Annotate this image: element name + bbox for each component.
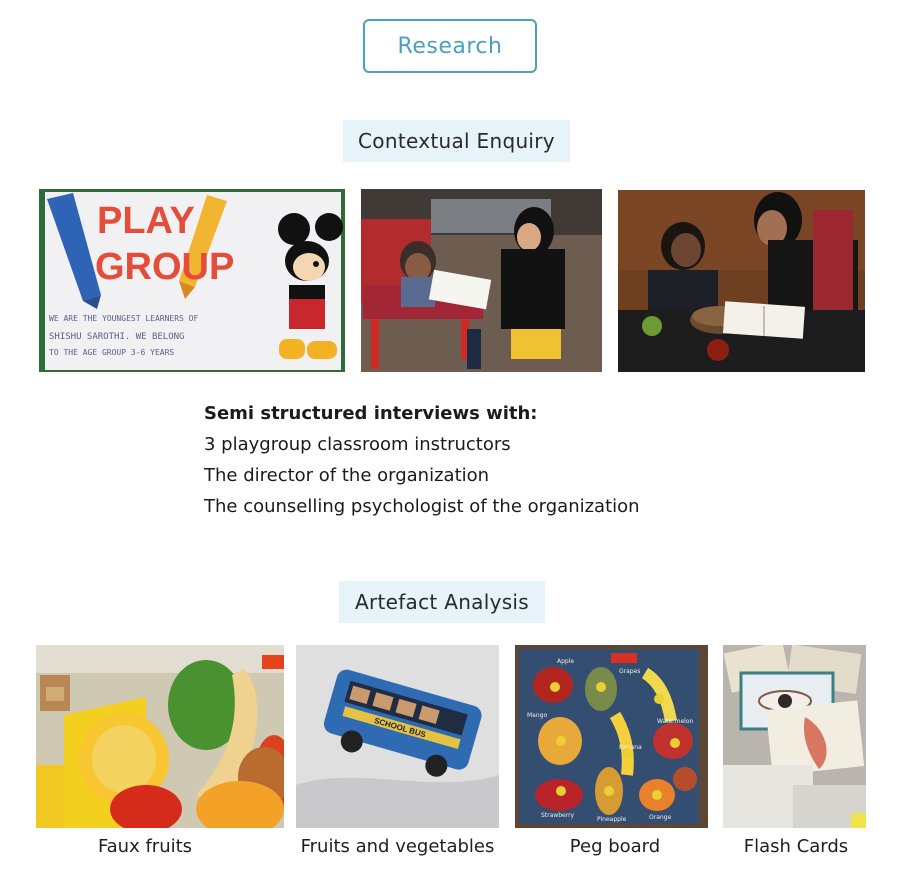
classroom-photo-2	[618, 190, 865, 372]
poster-play-text: PLAY	[97, 200, 195, 242]
artefact-analysis-title: Artefact Analysis	[339, 581, 545, 623]
interview-notes: Semi structured interviews with: 3 playg…	[204, 398, 640, 522]
interview-item: The counselling psychologist of the orga…	[204, 496, 640, 517]
peg-label: Apple	[557, 658, 574, 665]
artefact-analysis-label: Artefact Analysis	[354, 590, 530, 614]
flash-cards-photo	[723, 645, 866, 828]
research-badge: Research	[363, 19, 537, 73]
interview-item: The director of the organization	[204, 465, 490, 486]
poster-line-2: SHISHU SAROTHI. WE BELONG	[49, 332, 184, 342]
peg-label: Grapes	[619, 668, 640, 675]
peg-label: Orange	[649, 814, 671, 821]
research-title: Research	[397, 33, 503, 59]
caption-flash-cards: Flash Cards	[743, 836, 849, 857]
caption-fruits-vegetables: Fruits and vegetables	[300, 836, 495, 857]
peg-label: Mango	[527, 712, 547, 719]
contextual-enquiry-label: Contextual Enquiry	[358, 129, 555, 153]
peg-label: Watermelon	[657, 718, 694, 725]
interviews-heading: Semi structured interviews with:	[204, 403, 538, 424]
faux-fruits-photo	[36, 645, 284, 828]
caption-peg-board: Peg board	[569, 836, 661, 857]
toy-bus-photo: SCHOOL BUS	[296, 645, 499, 828]
classroom-photo-1	[361, 189, 602, 372]
playgroup-poster-photo: PLAY GROUP WE ARE THE YOUNGEST LEARNERS …	[39, 189, 345, 372]
peg-board-photo: Apple Grapes Mango Banana Watermelon Str…	[515, 645, 708, 828]
poster-group-text: GROUP	[95, 246, 234, 288]
peg-label: Strawberry	[541, 812, 575, 819]
poster-line-3: TO THE AGE GROUP 3-6 YEARS	[49, 348, 174, 357]
peg-label: Pineapple	[597, 816, 627, 823]
poster-line-1: WE ARE THE YOUNGEST LEARNERS OF	[49, 314, 198, 323]
interview-item: 3 playgroup classroom instructors	[204, 434, 511, 455]
caption-faux-fruits: Faux fruits	[97, 836, 193, 857]
contextual-enquiry-title: Contextual Enquiry	[343, 120, 570, 162]
